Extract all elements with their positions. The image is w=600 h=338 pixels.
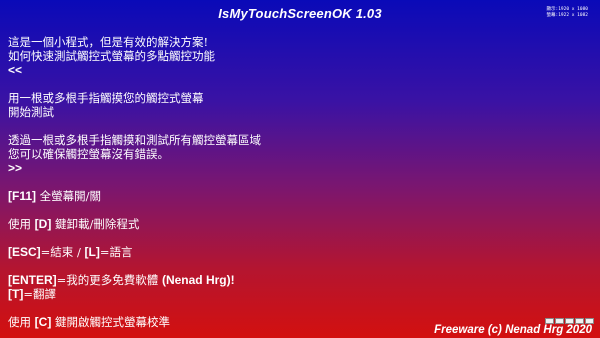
step-1-line-1: 用一根或多根手指觸摸您的觸控式螢幕 — [8, 91, 204, 105]
t-text: =翻譯 — [23, 287, 56, 301]
enter-text: =我的更多免費軟體 — [56, 273, 162, 287]
next-link[interactable]: >> — [8, 161, 568, 175]
enter-key: [ENTER] — [8, 273, 57, 287]
l-key: [L] — [84, 245, 100, 259]
footer-credit: Freeware (c) Nenad Hrg 2020 — [434, 324, 592, 336]
esc-instruction: [ESC]=結束 / [L]=語言 — [8, 245, 568, 259]
enter-instruction[interactable]: [ENTER]=我的更多免費軟體 (Nenad Hrg)! — [8, 273, 568, 287]
d-text: 鍵卸載/刪除程式 — [51, 217, 140, 231]
c-prefix: 使用 — [8, 315, 35, 329]
f11-text: 全螢幕開/關 — [36, 189, 102, 203]
c-key: [C] — [34, 315, 52, 329]
step-2-line-1: 透過一根或多根手指觸摸和測試所有觸控螢幕區域 — [8, 133, 261, 147]
l-text: =語言 — [99, 245, 133, 259]
app-title: IsMyTouchScreenOK 1.03 — [218, 6, 382, 21]
intro-line-1: 這是一個小程式，但是有效的解決方案! — [8, 35, 209, 49]
instructions: 這是一個小程式，但是有效的解決方案! 如何快速測試觸控式螢幕的多點觸控功能 <<… — [8, 35, 568, 329]
back-link[interactable]: << — [8, 63, 568, 77]
c-text: 鍵開啟觸控式螢幕校準 — [51, 315, 170, 329]
d-instruction: 使用 [D] 鍵卸載/刪除程式 — [8, 217, 568, 231]
enter-author: (Nenad Hrg)! — [161, 273, 235, 287]
t-key: [T] — [8, 287, 24, 301]
step-1-line-2: 開始測試 — [8, 105, 54, 119]
d-prefix: 使用 — [8, 217, 35, 231]
esc-text: =結束 / — [40, 245, 85, 259]
f11-key: [F11] — [8, 189, 37, 203]
resolution-line-2: 螢幕:1922 x 1082 — [546, 13, 588, 18]
resolution-info: 顯示:1920 x 1080 螢幕:1922 x 1082 — [546, 7, 588, 19]
f11-instruction: [F11] 全螢幕開/關 — [8, 189, 568, 203]
t-instruction: [T]=翻譯 — [8, 287, 568, 301]
intro-line-2: 如何快速測試觸控式螢幕的多點觸控功能 — [8, 49, 215, 63]
esc-key: [ESC] — [8, 245, 41, 259]
d-key: [D] — [34, 217, 52, 231]
step-2-line-2: 您可以確保觸控螢幕沒有錯誤。 — [8, 147, 169, 161]
